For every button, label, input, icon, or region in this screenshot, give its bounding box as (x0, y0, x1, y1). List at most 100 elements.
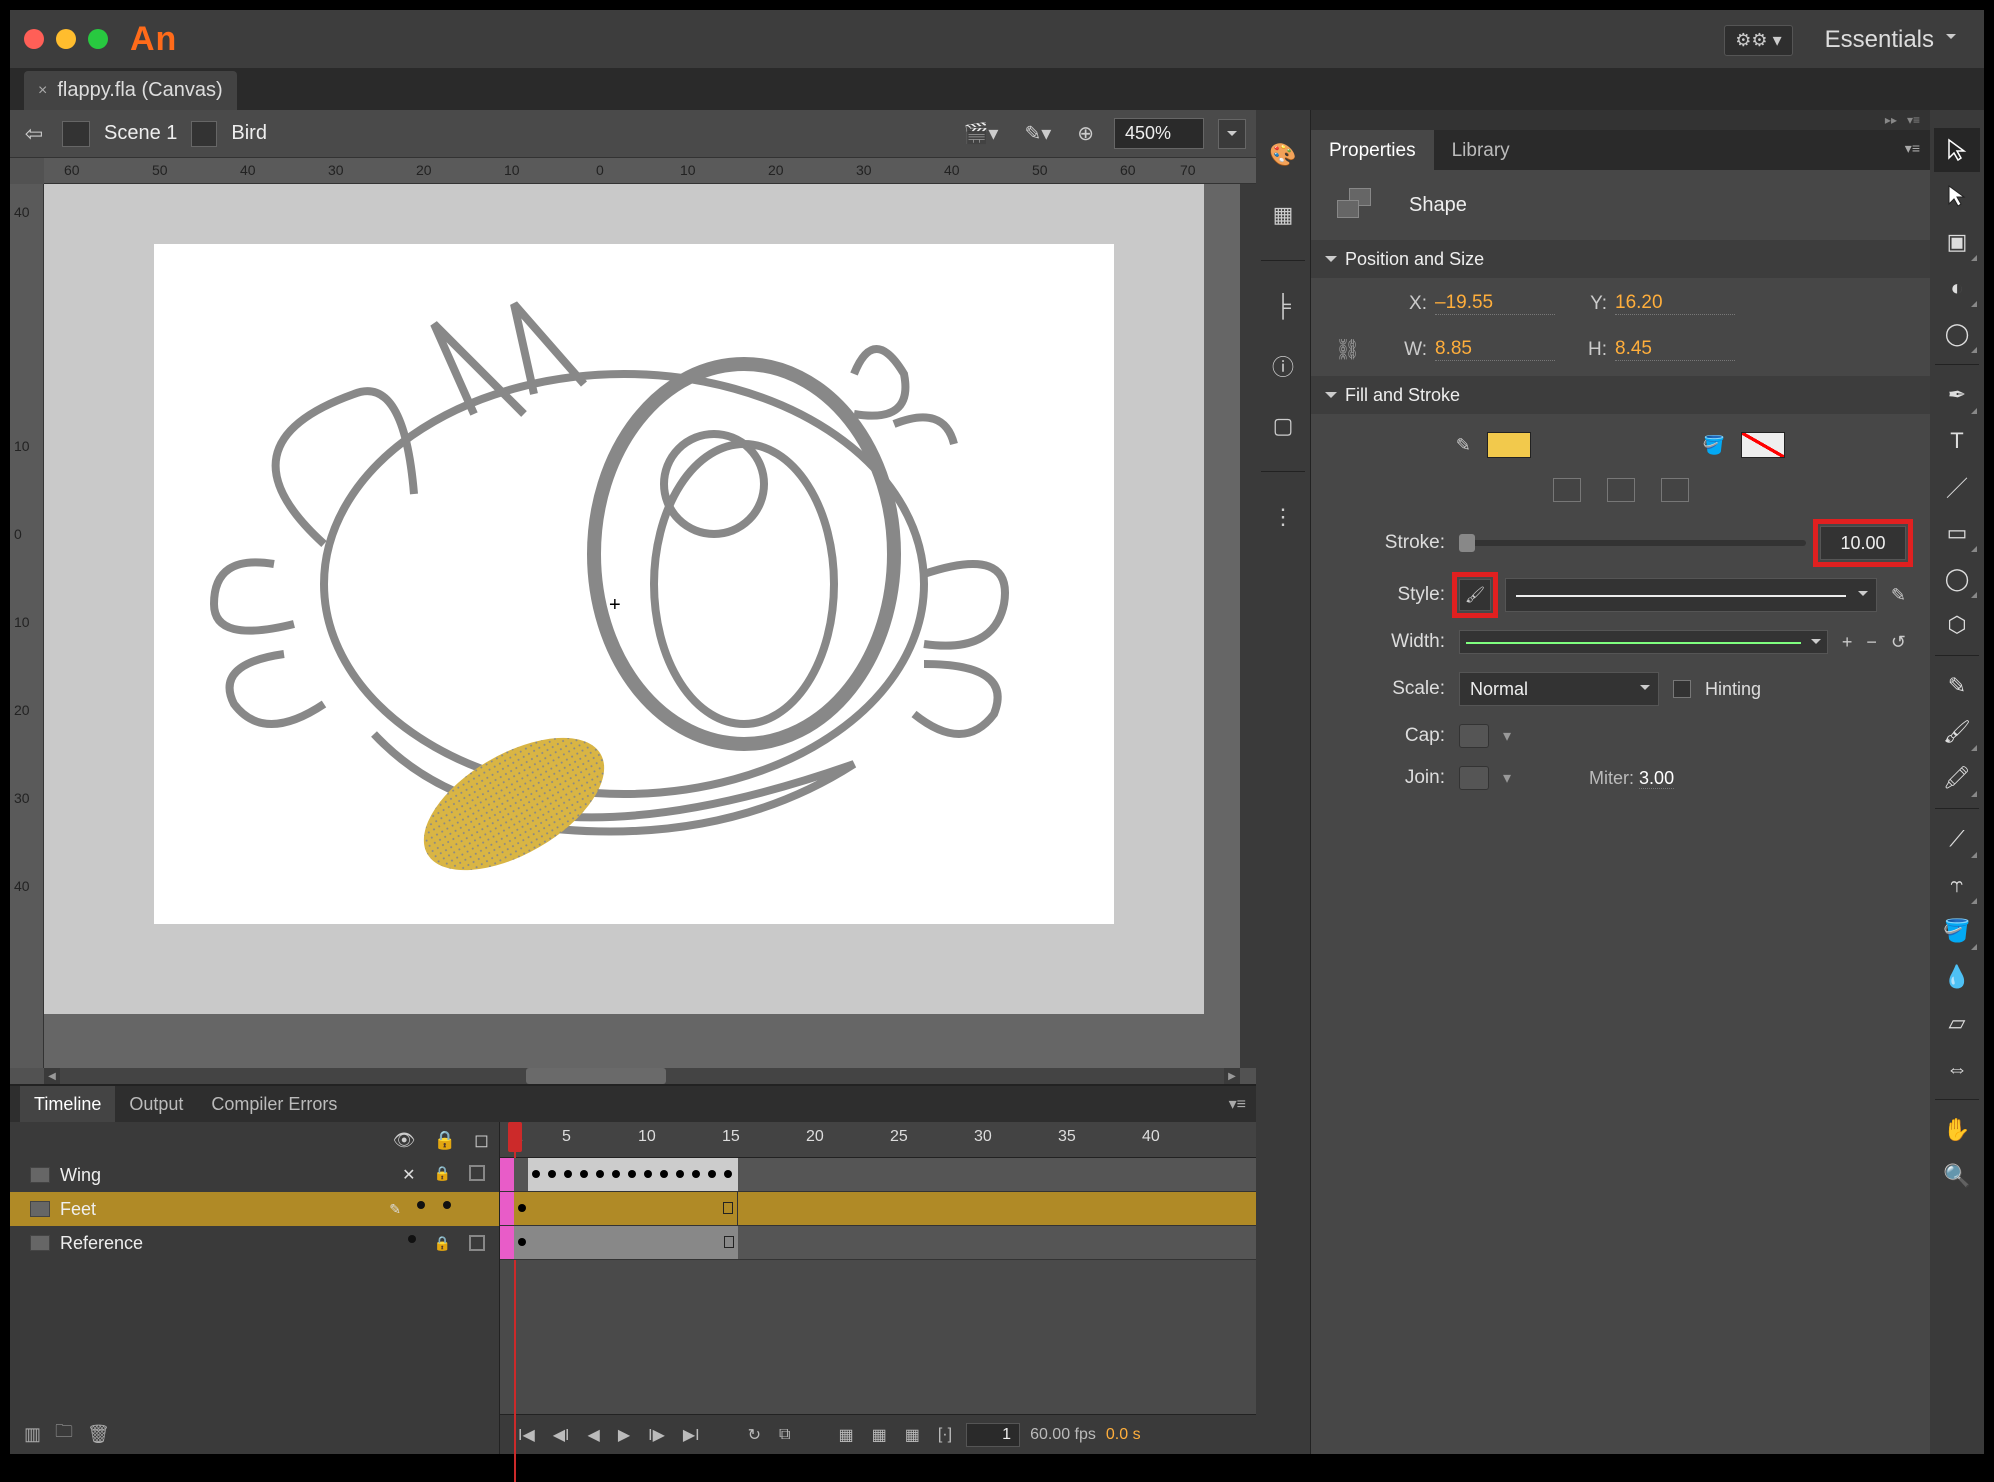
tab-compiler-errors[interactable]: Compiler Errors (197, 1086, 351, 1123)
black-white-icon[interactable] (1607, 478, 1635, 502)
pencil-tool[interactable]: ✎ (1934, 664, 1980, 708)
document-tab[interactable]: × flappy.fla (Canvas) (24, 71, 237, 110)
swatches-panel-icon[interactable]: ▦ (1266, 200, 1300, 230)
brush-lib-icon[interactable]: ⋮ (1266, 502, 1300, 532)
delete-layer-button[interactable]: 🗑 (87, 1424, 110, 1445)
zoom-tool[interactable]: 🔍 (1934, 1154, 1980, 1198)
step-fwd-button[interactable]: I▶ (644, 1423, 669, 1447)
selection-tool[interactable] (1934, 128, 1980, 172)
goto-first-button[interactable]: I◀ (514, 1423, 539, 1447)
link-wh-icon[interactable]: ⛓ (1335, 337, 1375, 362)
tab-library[interactable]: Library (1434, 130, 1528, 170)
zoom-dropdown[interactable] (1218, 119, 1246, 149)
layer-row-reference[interactable]: Reference 🔒 (10, 1226, 499, 1260)
timeline-menu-icon[interactable]: ▾≡ (1229, 1094, 1246, 1114)
paint-brush-tool[interactable]: 🖍 (1934, 756, 1980, 800)
reset-width-icon[interactable]: ↺ (1891, 632, 1906, 653)
miter-value[interactable]: 3.00 (1639, 768, 1674, 789)
layer-unlock-dot[interactable] (443, 1201, 451, 1209)
zoom-input[interactable]: 450% (1114, 118, 1204, 149)
line-tool[interactable]: ／ (1934, 465, 1980, 509)
center-stage-button[interactable]: ⊕ (1071, 121, 1100, 146)
tab-timeline[interactable]: Timeline (20, 1086, 115, 1123)
text-tool[interactable]: T (1934, 419, 1980, 463)
tab-output[interactable]: Output (115, 1086, 197, 1123)
visibility-header-icon[interactable]: 👁 (393, 1130, 416, 1151)
vertical-scrollbar[interactable] (1240, 184, 1256, 1068)
onion-outlines-button[interactable]: ▦ (868, 1423, 891, 1447)
paint-bucket-tool[interactable]: 🪣 (1934, 909, 1980, 953)
frame-track-feet[interactable] (500, 1192, 1256, 1226)
bone-tool[interactable]: ⟋ (1934, 817, 1980, 861)
maximize-window-button[interactable] (88, 29, 108, 49)
join-dropdown[interactable] (1459, 766, 1489, 790)
loop-button[interactable]: ↻ (744, 1423, 765, 1447)
y-value[interactable]: 16.20 (1615, 292, 1735, 315)
properties-menu-icon[interactable]: ▾≡ (1895, 130, 1930, 170)
stroke-style-dropdown[interactable] (1505, 578, 1877, 612)
x-value[interactable]: –19.55 (1435, 292, 1555, 315)
section-position-size[interactable]: Position and Size (1311, 240, 1930, 278)
align-panel-icon[interactable]: ╞ (1266, 291, 1300, 321)
outline-header-icon[interactable]: ◻ (474, 1130, 489, 1151)
layer-row-wing[interactable]: Wing ✕🔒 (10, 1158, 499, 1192)
onion-skin-button[interactable]: ⧉ (775, 1424, 794, 1446)
close-window-button[interactable] (24, 29, 44, 49)
center-frame-button[interactable]: ▦ (834, 1423, 857, 1447)
panel-collapse[interactable]: ▸▸ ▾≡ (1311, 110, 1930, 130)
marker-button[interactable]: [·] (934, 1424, 956, 1446)
horizontal-scrollbar[interactable]: ◀▶ (44, 1068, 1240, 1084)
rectangle-tool[interactable]: ▭ (1934, 511, 1980, 555)
symbol-crumb[interactable]: Bird (231, 122, 267, 145)
bind-tool[interactable]: ⥾ (1934, 863, 1980, 907)
h-value[interactable]: 8.45 (1615, 338, 1735, 361)
width-tool[interactable]: ⇔ (1934, 1047, 1980, 1091)
frame-track-reference[interactable] (500, 1226, 1256, 1260)
remove-width-icon[interactable]: − (1866, 632, 1877, 653)
new-folder-button[interactable]: 🗀 (55, 1419, 73, 1449)
tab-properties[interactable]: Properties (1311, 130, 1434, 170)
stroke-brush-button[interactable]: 🖌 (1459, 579, 1491, 611)
stroke-color-swatch[interactable] (1487, 432, 1531, 458)
layer-outline-toggle[interactable] (469, 1201, 485, 1217)
minimize-window-button[interactable] (56, 29, 76, 49)
scene-crumb[interactable]: Scene 1 (104, 122, 177, 145)
lasso-tool[interactable]: ◯ (1934, 312, 1980, 356)
oval-tool[interactable]: ◯ (1934, 557, 1980, 601)
lock-header-icon[interactable]: 🔒 (434, 1130, 456, 1151)
edit-style-icon[interactable]: ✎ (1891, 585, 1906, 606)
info-panel-icon[interactable]: ⓘ (1266, 351, 1300, 381)
layer-outline-toggle[interactable] (469, 1235, 485, 1251)
goto-last-button[interactable]: ▶I (679, 1423, 704, 1447)
no-color-icon[interactable] (1661, 478, 1689, 502)
layer-outline-toggle[interactable] (469, 1165, 485, 1181)
brush-tool[interactable]: 🖌 (1934, 710, 1980, 754)
current-frame-field[interactable]: 1 (966, 1423, 1020, 1447)
section-fill-stroke[interactable]: Fill and Stroke (1311, 376, 1930, 414)
new-layer-button[interactable]: ▥ (24, 1424, 41, 1445)
scale-dropdown[interactable]: Normal (1459, 672, 1659, 706)
close-tab-icon[interactable]: × (38, 82, 47, 100)
cap-dropdown[interactable] (1459, 724, 1489, 748)
w-value[interactable]: 8.85 (1435, 338, 1555, 361)
frame-track-wing[interactable] (500, 1158, 1256, 1192)
layer-hidden-icon[interactable]: ✕ (402, 1165, 415, 1185)
canvas[interactable]: + (44, 184, 1240, 1068)
color-panel-icon[interactable]: 🎨 (1266, 140, 1300, 170)
frame-ruler[interactable]: 1 5 10 15 20 25 30 35 40 (500, 1122, 1256, 1158)
edit-multiple-button[interactable]: ▦ (901, 1423, 924, 1447)
swap-colors-icon[interactable] (1553, 478, 1581, 502)
pen-tool[interactable]: ✒ (1934, 373, 1980, 417)
free-transform-tool[interactable]: ▣ (1934, 220, 1980, 264)
eraser-tool[interactable]: ▱ (1934, 1001, 1980, 1045)
play-back-button[interactable]: ◀ (584, 1423, 604, 1447)
transform-panel-icon[interactable]: ▢ (1266, 411, 1300, 441)
width-profile-dropdown[interactable] (1459, 630, 1828, 654)
hinting-checkbox[interactable] (1673, 680, 1691, 698)
subselection-tool[interactable] (1934, 174, 1980, 218)
sync-settings-button[interactable]: ⚙︎⚙︎ ▾ (1724, 25, 1792, 56)
back-button[interactable]: ⇦ (20, 120, 48, 148)
polystar-tool[interactable]: ⬡ (1934, 603, 1980, 647)
add-width-icon[interactable]: + (1842, 632, 1853, 653)
step-back-button[interactable]: ◀I (549, 1423, 574, 1447)
